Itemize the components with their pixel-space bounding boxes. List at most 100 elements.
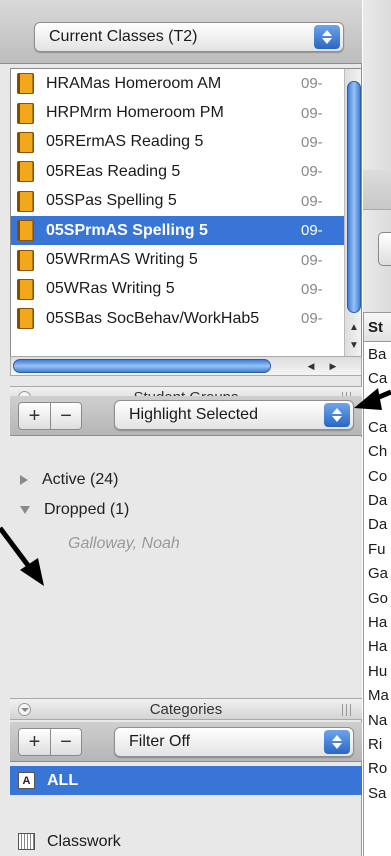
add-group-button[interactable]: + (19, 403, 50, 429)
class-book-icon (17, 161, 34, 183)
class-date: 09- (301, 75, 323, 93)
class-row[interactable]: HRPMrm Homeroom PM 09- (11, 98, 361, 127)
class-date: 09- (301, 104, 323, 122)
popup-arrows-icon (324, 403, 350, 427)
class-row[interactable]: 05WRas Writing 5 09- (11, 275, 361, 304)
scroll-up-icon[interactable]: ▲ (345, 317, 361, 337)
class-date: 09- (301, 310, 323, 328)
popup-arrows-icon (324, 730, 350, 754)
class-date: 09- (301, 133, 323, 151)
group-dropped-label: Dropped (1) (44, 501, 130, 518)
class-date: 09- (301, 280, 323, 298)
classes-toolbar: Current Classes (T2) (0, 0, 362, 64)
vertical-scroll-thumb[interactable] (347, 81, 361, 313)
group-active[interactable]: Active (24) (20, 471, 118, 489)
category-classwork[interactable]: Classwork (10, 827, 362, 856)
filter-popup[interactable]: Filter Off (114, 727, 354, 757)
class-date: 09- (301, 192, 323, 210)
remove-group-button[interactable]: − (50, 403, 81, 429)
class-row[interactable]: 05SPas Spelling 5 09- (11, 187, 361, 216)
table-row[interactable]: Ha (364, 635, 391, 659)
table-row[interactable]: Go (364, 586, 391, 610)
right-panel-button[interactable] (378, 232, 391, 266)
student-table-header[interactable]: St (364, 312, 391, 342)
class-name: 05SPas Spelling 5 (46, 192, 177, 210)
category-classwork-icon (18, 833, 35, 850)
class-date: 09- (301, 251, 323, 269)
class-book-icon (17, 278, 34, 300)
table-row[interactable]: Sa (364, 781, 391, 805)
category-all-label: ALL (47, 771, 79, 789)
right-panel-toolbar (363, 170, 391, 210)
class-date: 09- (301, 163, 323, 181)
table-row[interactable]: Ba (364, 342, 391, 366)
table-row[interactable]: Ch (364, 440, 391, 464)
disclosure-triangle-open-icon[interactable] (20, 506, 30, 514)
class-name: 05SPrmAS Spelling 5 (46, 221, 208, 239)
category-all-icon: A (18, 772, 35, 789)
horizontal-scroll-thumb[interactable] (13, 359, 271, 373)
disclosure-triangle-closed-icon[interactable] (20, 475, 28, 485)
class-book-icon (17, 190, 34, 212)
class-book-icon (17, 249, 34, 271)
table-row[interactable]: Ri (364, 732, 391, 756)
table-row[interactable]: Da (364, 488, 391, 512)
table-row[interactable]: Ca (364, 415, 391, 439)
class-book-icon (17, 73, 34, 95)
student-groups-toolbar: + − Highlight Selected (10, 396, 362, 436)
class-name: 05RErmAS Reading 5 (46, 133, 204, 151)
class-row[interactable]: 05SBas SocBehav/WorkHab5 09- (11, 304, 361, 333)
table-row[interactable]: Ca (364, 366, 391, 390)
add-remove-group-control: + − (18, 402, 82, 430)
dropped-student-name[interactable]: Galloway, Noah (68, 535, 180, 553)
class-name: 05SBas SocBehav/WorkHab5 (46, 309, 260, 327)
class-row[interactable]: 05REas Reading 5 09- (11, 157, 361, 186)
category-all[interactable]: A ALL (10, 766, 362, 795)
class-row[interactable]: 05RErmAS Reading 5 09- (11, 128, 361, 157)
current-classes-popup[interactable]: Current Classes (T2) (34, 22, 344, 52)
class-name: HRPMrm Homeroom PM (46, 104, 224, 122)
class-row[interactable]: 05WRrmAS Writing 5 09- (11, 245, 361, 274)
collapse-icon[interactable] (18, 703, 31, 716)
table-row[interactable]: Na (364, 708, 391, 732)
class-date: 09- (301, 222, 323, 240)
class-name: 05WRas Writing 5 (46, 280, 175, 298)
scroll-right-icon[interactable]: ▶ (323, 357, 343, 375)
filter-popup-label: Filter Off (129, 733, 191, 750)
table-row[interactable]: Ha (364, 610, 391, 634)
class-list-vertical-scrollbar[interactable]: ▲ ▼ (344, 69, 361, 367)
class-book-icon (17, 220, 34, 242)
class-row-selected[interactable]: 05SPrmAS Spelling 5 09- (11, 215, 361, 246)
highlight-selected-label: Highlight Selected (129, 406, 258, 423)
group-dropped[interactable]: Dropped (1) (20, 501, 129, 519)
student-groups-tree: Active (24) Dropped (1) Galloway, Noah (10, 437, 362, 699)
class-list: HRAMas Homeroom AM 09- HRPMrm Homeroom PM… (10, 68, 362, 368)
sidebar: Current Classes (T2) HRAMas Homeroom AM 0… (0, 0, 362, 856)
table-row[interactable]: Ma (364, 683, 391, 707)
table-row[interactable]: Ro (364, 757, 391, 781)
class-row[interactable]: HRAMas Homeroom AM 09- (11, 69, 361, 98)
categories-header[interactable]: Categories (10, 698, 362, 720)
table-row[interactable]: Hu (364, 659, 391, 683)
group-active-label: Active (24) (42, 471, 119, 488)
highlight-selected-popup[interactable]: Highlight Selected (114, 400, 354, 430)
table-row[interactable]: Fu (364, 537, 391, 561)
class-book-icon (17, 102, 34, 124)
table-row[interactable]: Da (364, 513, 391, 537)
scroll-down-icon[interactable]: ▼ (345, 335, 361, 355)
table-row[interactable]: Ga (364, 562, 391, 586)
add-category-button[interactable]: + (19, 729, 50, 755)
scroll-left-icon[interactable]: ◀ (301, 357, 321, 375)
class-book-icon (17, 131, 34, 153)
class-list-horizontal-scrollbar[interactable]: ◀ ▶ (10, 356, 362, 376)
table-row[interactable] (364, 391, 391, 415)
remove-category-button[interactable]: − (50, 729, 81, 755)
class-book-icon (17, 308, 34, 330)
class-name: HRAMas Homeroom AM (46, 74, 222, 92)
categories-title: Categories (149, 700, 223, 718)
resize-grip-icon[interactable] (342, 704, 354, 716)
student-table: St Ba Ca Ca Ch Co Da Da Fu Ga Go Ha Ha H… (363, 312, 391, 856)
category-classwork-label: Classwork (47, 832, 121, 850)
table-row[interactable]: Co (364, 464, 391, 488)
class-name: 05REas Reading 5 (46, 162, 181, 180)
